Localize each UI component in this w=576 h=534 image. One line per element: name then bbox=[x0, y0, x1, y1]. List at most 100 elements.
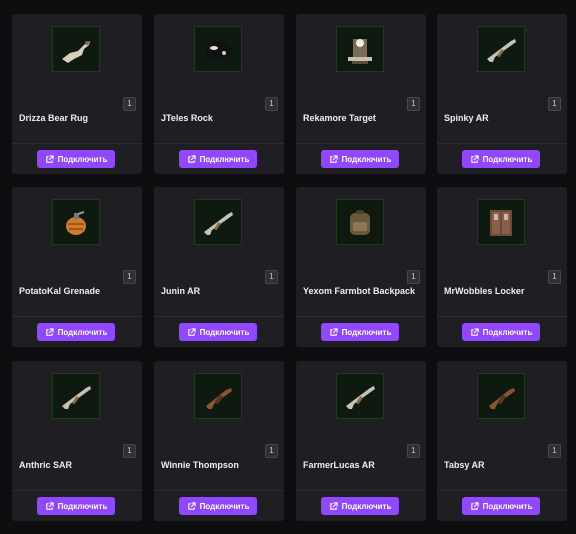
count-badge: 1 bbox=[265, 270, 278, 284]
count-badge: 1 bbox=[123, 270, 136, 284]
count-badge: 1 bbox=[548, 270, 561, 284]
card-image-area bbox=[437, 187, 567, 267]
card-footer: Подключить bbox=[296, 316, 426, 347]
external-link-icon bbox=[187, 154, 196, 163]
external-link-icon bbox=[329, 154, 338, 163]
card-footer: Подключить bbox=[296, 490, 426, 521]
item-thumbnail bbox=[52, 199, 100, 245]
item-thumbnail bbox=[477, 199, 525, 245]
count-badge: 1 bbox=[265, 444, 278, 458]
connect-button[interactable]: Подключить bbox=[179, 150, 257, 168]
bear-rug-icon bbox=[62, 41, 90, 63]
rifle-icon bbox=[487, 39, 516, 62]
count-badge: 1 bbox=[407, 444, 420, 458]
connect-button-label: Подключить bbox=[341, 327, 392, 337]
card-image-area bbox=[296, 187, 426, 267]
connect-button-label: Подключить bbox=[199, 154, 250, 164]
count-badge: 1 bbox=[407, 270, 420, 284]
connect-button[interactable]: Подключить bbox=[179, 497, 257, 515]
connect-button[interactable]: Подключить bbox=[462, 323, 540, 341]
connect-button[interactable]: Подключить bbox=[321, 150, 399, 168]
card-footer: Подключить bbox=[154, 316, 284, 347]
drop-card: 1 MrWobbles Locker Подключить bbox=[437, 187, 567, 347]
item-name: PotatoKal Grenade bbox=[19, 286, 101, 296]
connect-button[interactable]: Подключить bbox=[179, 323, 257, 341]
smg-icon bbox=[206, 388, 232, 409]
count-badge: 1 bbox=[548, 444, 561, 458]
item-name: Drizza Bear Rug bbox=[19, 113, 89, 123]
connect-button[interactable]: Подключить bbox=[462, 150, 540, 168]
card-image-area bbox=[12, 361, 142, 441]
connect-button-label: Подключить bbox=[482, 501, 533, 511]
drop-card: 1 Yexom Farmbot Backpack Подключить bbox=[296, 187, 426, 347]
drop-card: 1 FarmerLucas AR Подключить bbox=[296, 361, 426, 521]
item-name: Rekamore Target bbox=[303, 113, 376, 123]
connect-button-label: Подключить bbox=[482, 154, 533, 164]
connect-button-label: Подключить bbox=[199, 501, 250, 511]
card-footer: Подключить bbox=[154, 143, 284, 174]
item-name: Yexom Farmbot Backpack bbox=[303, 286, 416, 296]
drop-card: 1 Anthric SAR Подключить bbox=[12, 361, 142, 521]
connect-button[interactable]: Подключить bbox=[37, 150, 115, 168]
connect-button[interactable]: Подключить bbox=[37, 323, 115, 341]
item-name: JTeles Rock bbox=[161, 113, 213, 123]
card-footer: Подключить bbox=[12, 143, 142, 174]
drop-card: 1 Rekamore Target Подключить bbox=[296, 14, 426, 174]
card-image-area bbox=[154, 361, 284, 441]
item-name: FarmerLucas AR bbox=[303, 460, 375, 470]
connect-button[interactable]: Подключить bbox=[462, 497, 540, 515]
item-thumbnail bbox=[194, 199, 242, 245]
card-image-area bbox=[437, 14, 567, 94]
drops-grid: 1 Drizza Bear Rug Подключить 1 JTeles Rock По… bbox=[0, 0, 576, 534]
count-badge: 1 bbox=[123, 444, 136, 458]
card-image-area bbox=[154, 14, 284, 94]
connect-button-label: Подключить bbox=[199, 327, 250, 337]
locker-icon bbox=[490, 210, 512, 236]
smg-icon bbox=[489, 388, 515, 409]
drop-card: 1 PotatoKal Grenade Подключить bbox=[12, 187, 142, 347]
count-badge: 1 bbox=[548, 97, 561, 111]
item-thumbnail bbox=[336, 26, 384, 72]
item-thumbnail bbox=[336, 373, 384, 419]
connect-button-label: Подключить bbox=[57, 501, 108, 511]
card-footer: Подключить bbox=[12, 316, 142, 347]
item-thumbnail bbox=[52, 373, 100, 419]
external-link-icon bbox=[470, 154, 479, 163]
item-thumbnail bbox=[477, 373, 525, 419]
card-image-area bbox=[296, 14, 426, 94]
drop-card: 1 Winnie Thompson Подключить bbox=[154, 361, 284, 521]
external-link-icon bbox=[187, 501, 196, 510]
card-footer: Подключить bbox=[437, 490, 567, 521]
item-thumbnail bbox=[194, 373, 242, 419]
item-name: Junin AR bbox=[161, 286, 201, 296]
card-footer: Подключить bbox=[437, 143, 567, 174]
connect-button[interactable]: Подключить bbox=[321, 497, 399, 515]
item-name: Winnie Thompson bbox=[161, 460, 239, 470]
item-name: MrWobbles Locker bbox=[444, 286, 525, 296]
target-icon bbox=[348, 39, 372, 64]
connect-button-label: Подключить bbox=[57, 154, 108, 164]
card-footer: Подключить bbox=[296, 143, 426, 174]
item-thumbnail bbox=[52, 26, 100, 72]
item-thumbnail bbox=[194, 26, 242, 72]
external-link-icon bbox=[45, 327, 54, 336]
rock-icon bbox=[205, 42, 231, 60]
drop-card: 1 JTeles Rock Подключить bbox=[154, 14, 284, 174]
count-badge: 1 bbox=[123, 97, 136, 111]
grenade-icon bbox=[66, 211, 86, 235]
external-link-icon bbox=[187, 327, 196, 336]
rifle-icon bbox=[204, 212, 233, 235]
external-link-icon bbox=[470, 501, 479, 510]
card-footer: Подключить bbox=[154, 490, 284, 521]
external-link-icon bbox=[45, 154, 54, 163]
rifle-icon bbox=[62, 386, 91, 409]
external-link-icon bbox=[329, 327, 338, 336]
card-image-area bbox=[154, 187, 284, 267]
card-footer: Подключить bbox=[12, 490, 142, 521]
drop-card: 1 Drizza Bear Rug Подключить bbox=[12, 14, 142, 174]
connect-button-label: Подключить bbox=[482, 327, 533, 337]
connect-button[interactable]: Подключить bbox=[321, 323, 399, 341]
external-link-icon bbox=[470, 327, 479, 336]
connect-button[interactable]: Подключить bbox=[37, 497, 115, 515]
item-name: Anthric SAR bbox=[19, 460, 73, 470]
